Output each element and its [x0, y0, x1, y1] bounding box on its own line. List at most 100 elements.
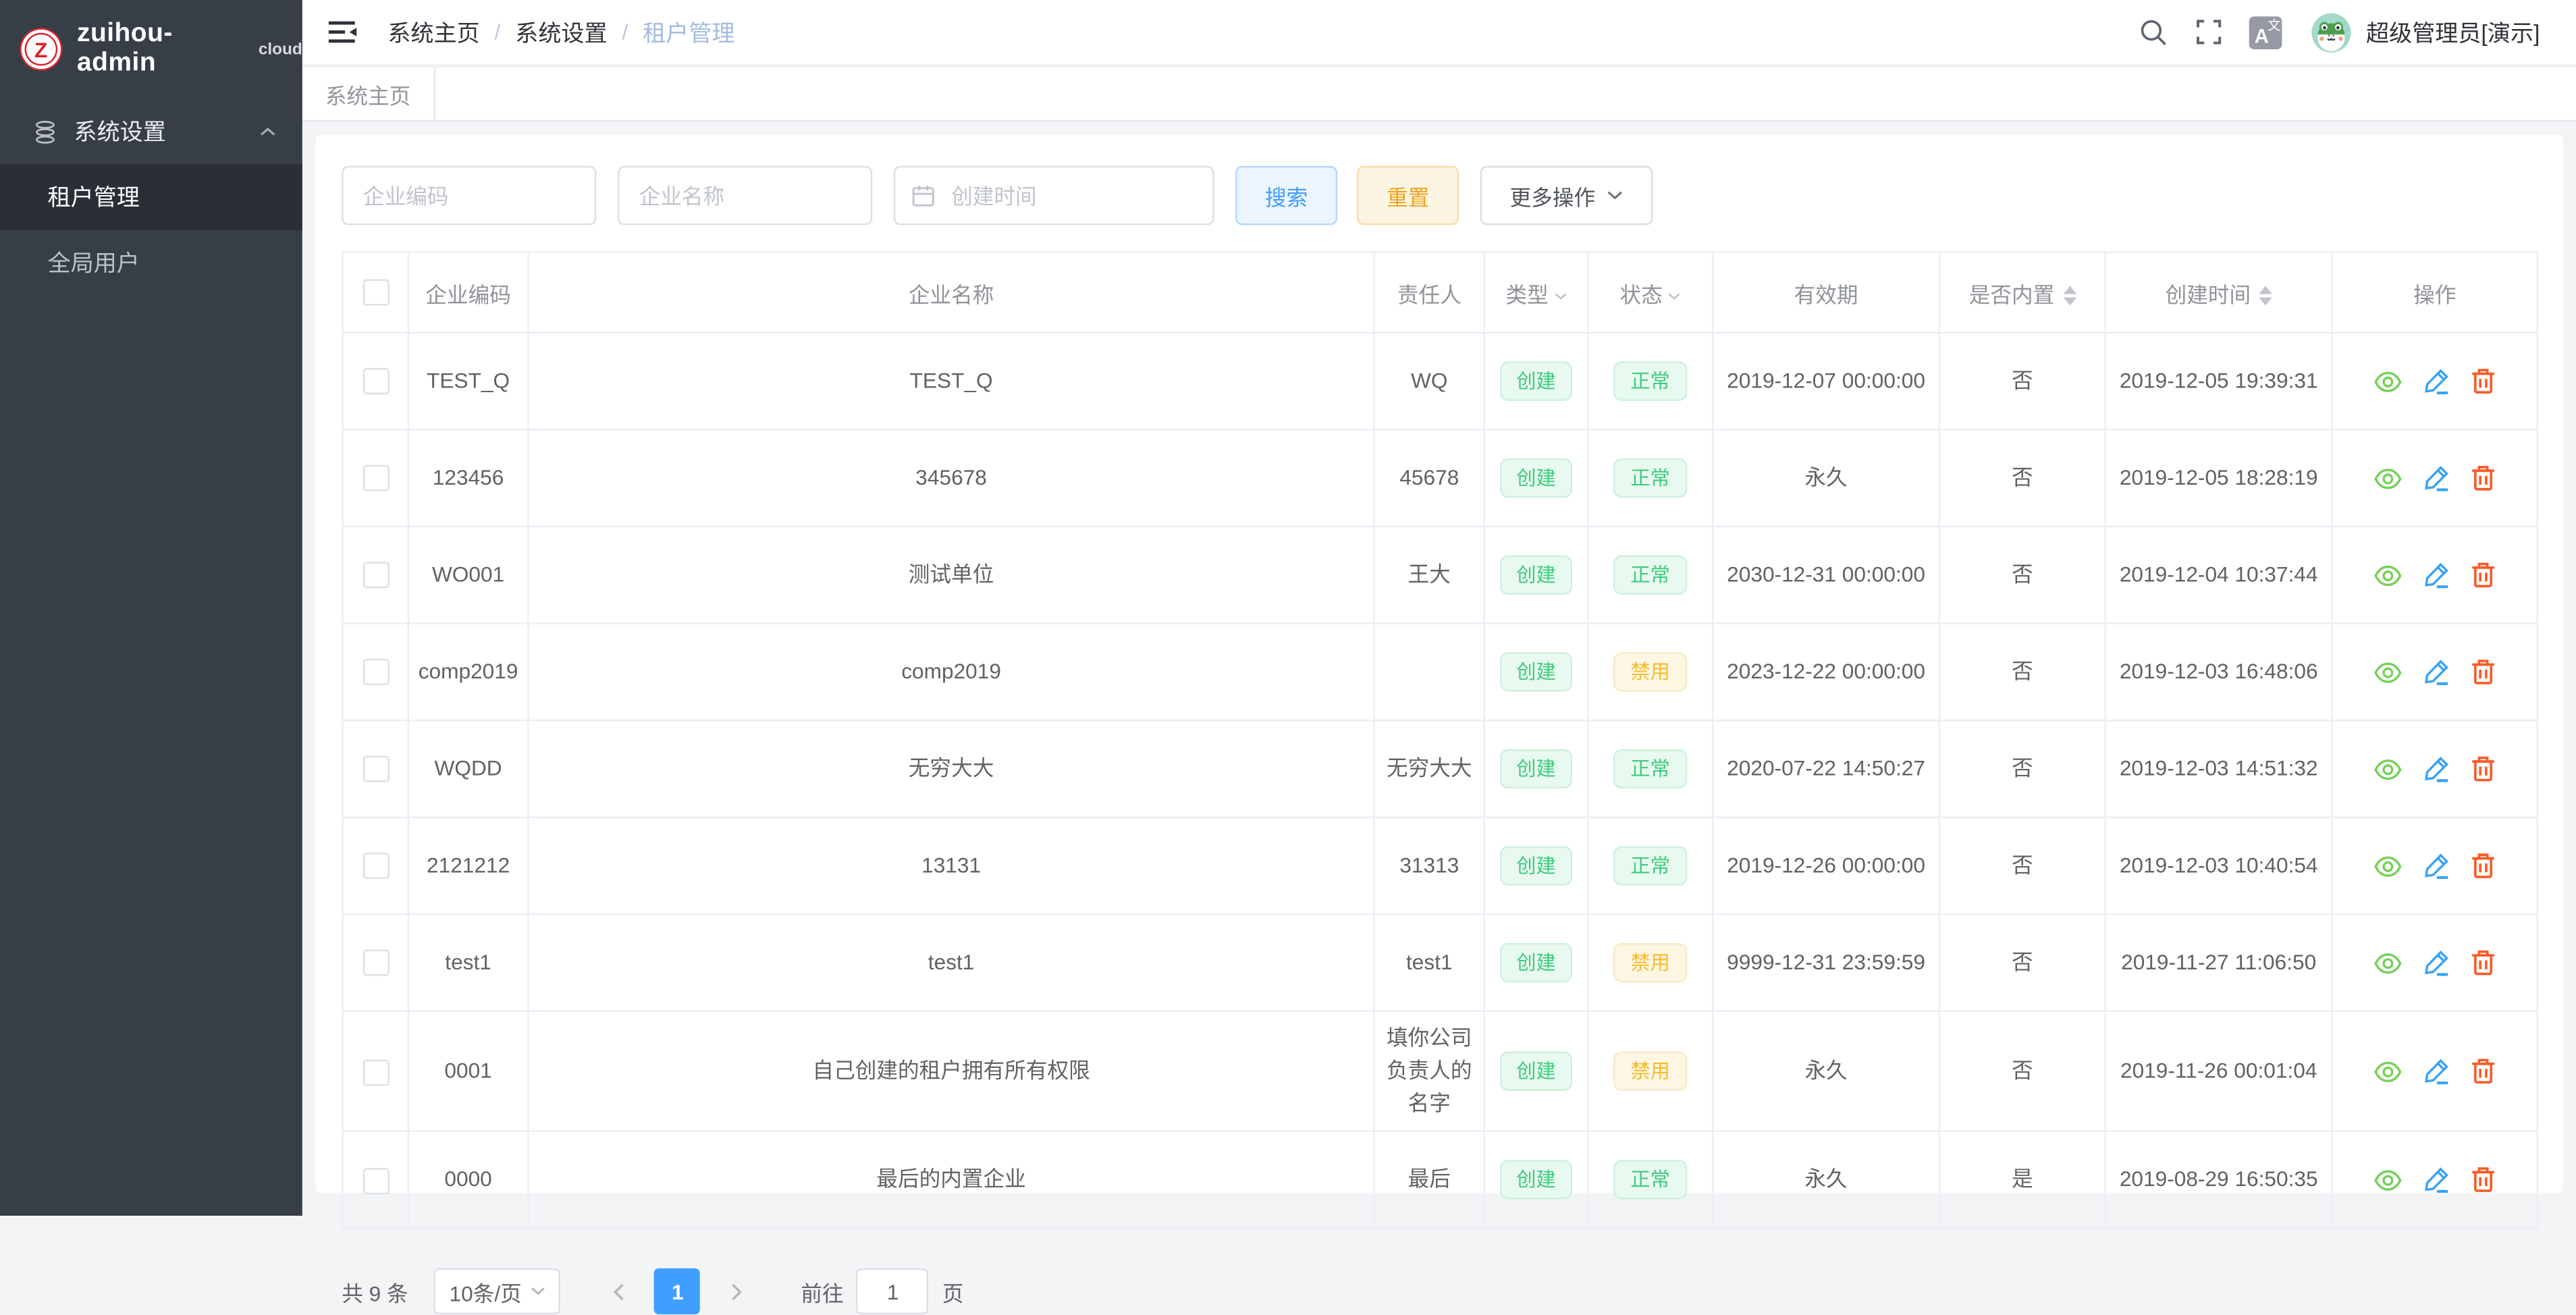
status-tag: 正常 — [1614, 556, 1686, 595]
column-header-status[interactable]: 状态 — [1588, 252, 1713, 333]
cell-validity: 9999-12-31 23:59:59 — [1713, 914, 1939, 1011]
row-select-cell — [342, 720, 408, 817]
column-header-select[interactable] — [342, 252, 408, 333]
cell-created-time: 2019-12-05 18:28:19 — [2105, 429, 2332, 527]
cell-created-time: 2019-11-26 00:01:04 — [2105, 1011, 2332, 1132]
reset-button[interactable]: 重置 — [1357, 166, 1459, 225]
fullscreen-icon[interactable] — [2195, 18, 2223, 46]
table-row: 123456 345678 45678 创建 正常 永久 否 2019-12-0… — [342, 429, 2537, 527]
page-size-select[interactable]: 10条/页 — [435, 1269, 561, 1315]
page-number-current[interactable]: 1 — [655, 1269, 701, 1315]
more-actions-button[interactable]: 更多操作 — [1480, 166, 1653, 225]
edit-icon[interactable] — [2423, 465, 2450, 491]
row-select-cell — [342, 914, 408, 1011]
column-header-type[interactable]: 类型 — [1484, 252, 1588, 333]
row-checkbox[interactable] — [363, 563, 389, 589]
view-icon[interactable] — [2374, 1170, 2402, 1191]
cell-actions — [2332, 429, 2538, 527]
breadcrumb-system-settings[interactable]: 系统设置 — [515, 16, 607, 49]
edit-icon[interactable] — [2423, 756, 2450, 782]
row-checkbox[interactable] — [363, 466, 389, 492]
delete-icon[interactable] — [2471, 1167, 2496, 1193]
edit-icon[interactable] — [2423, 659, 2450, 685]
current-user-name[interactable]: 超级管理员[演示] — [2366, 16, 2540, 49]
row-checkbox[interactable] — [363, 369, 389, 395]
chevron-down-icon — [531, 1287, 546, 1297]
app-window: Z zuihou-admin cloud 系统设置 租户管理 全局用户 — [0, 0, 2576, 1216]
select-all-checkbox[interactable] — [363, 279, 389, 306]
row-checkbox[interactable] — [363, 950, 389, 977]
table-header-row: 企业编码企业名称责任人类型状态有效期是否内置创建时间操作 — [342, 252, 2537, 333]
view-icon[interactable] — [2374, 855, 2402, 877]
next-page-button[interactable] — [714, 1269, 759, 1315]
column-header-created[interactable]: 创建时间 — [2105, 252, 2332, 333]
cell-builtin: 是 — [1939, 1132, 2105, 1229]
sidebar-item-system-settings[interactable]: 系统设置 — [0, 99, 302, 164]
delete-icon[interactable] — [2471, 368, 2496, 394]
sidebar-item-global-users[interactable]: 全局用户 — [0, 230, 302, 296]
cell-owner: 王大 — [1374, 527, 1484, 624]
row-checkbox[interactable] — [363, 1168, 389, 1194]
view-icon[interactable] — [2374, 564, 2402, 586]
sidebar-collapse-icon[interactable] — [322, 13, 365, 51]
view-icon[interactable] — [2374, 467, 2402, 489]
view-icon[interactable] — [2374, 1061, 2402, 1082]
sidebar-item-tenant-management[interactable]: 租户管理 — [0, 164, 302, 230]
cell-validity: 2023-12-22 00:00:00 — [1713, 624, 1939, 721]
view-icon[interactable] — [2374, 952, 2402, 973]
row-checkbox[interactable] — [363, 853, 389, 880]
tabs-bar: 系统主页 — [302, 65, 2576, 122]
tenant-table-card: 搜索 重置 更多操作 企业编码企业名称责任人类型状态有效期是否内置创建时间操作 — [315, 135, 2562, 1193]
edit-icon[interactable] — [2423, 950, 2450, 976]
cell-status: 正常 — [1588, 429, 1713, 527]
breadcrumb-home[interactable]: 系统主页 — [387, 16, 479, 49]
edit-icon[interactable] — [2423, 562, 2450, 588]
cell-actions — [2332, 914, 2538, 1011]
cell-created-time: 2019-12-03 14:51:32 — [2105, 720, 2332, 817]
page-unit-label: 页 — [942, 1277, 964, 1308]
avatar[interactable] — [2312, 12, 2351, 51]
view-icon[interactable] — [2374, 371, 2402, 392]
tenant-code-input[interactable] — [342, 166, 596, 225]
tenant-name-input[interactable] — [618, 166, 872, 225]
page-content: 搜索 重置 更多操作 企业编码企业名称责任人类型状态有效期是否内置创建时间操作 — [302, 122, 2576, 1216]
delete-icon[interactable] — [2471, 659, 2496, 685]
search-icon[interactable] — [2139, 18, 2169, 47]
view-icon[interactable] — [2374, 662, 2402, 683]
app-logo[interactable]: Z zuihou-admin cloud — [0, 0, 302, 82]
language-switch-icon[interactable]: A 文 — [2249, 16, 2282, 49]
cell-status: 正常 — [1588, 527, 1713, 624]
view-icon[interactable] — [2374, 758, 2402, 780]
type-tag: 创建 — [1500, 652, 1572, 691]
prev-page-button[interactable] — [595, 1269, 641, 1315]
edit-icon[interactable] — [2423, 853, 2450, 879]
edit-icon[interactable] — [2423, 368, 2450, 394]
column-header-builtin[interactable]: 是否内置 — [1939, 252, 2105, 333]
cell-validity: 2019-12-07 00:00:00 — [1713, 333, 1939, 430]
row-select-cell — [342, 429, 408, 527]
create-time-input[interactable] — [948, 182, 1196, 209]
edit-icon[interactable] — [2423, 1167, 2450, 1193]
row-checkbox[interactable] — [363, 660, 389, 686]
row-checkbox[interactable] — [363, 1059, 389, 1085]
sort-carets-icon[interactable] — [2259, 286, 2272, 306]
delete-icon[interactable] — [2471, 562, 2496, 588]
app-title-suffix: cloud — [259, 41, 302, 59]
delete-icon[interactable] — [2471, 465, 2496, 491]
status-tag: 正常 — [1614, 749, 1686, 788]
sort-carets-icon[interactable] — [2063, 286, 2076, 306]
search-button[interactable]: 搜索 — [1235, 166, 1337, 225]
create-time-datepicker[interactable] — [894, 166, 1214, 225]
edit-icon[interactable] — [2423, 1058, 2450, 1085]
delete-icon[interactable] — [2471, 756, 2496, 782]
tab-home[interactable]: 系统主页 — [302, 68, 435, 120]
goto-page-input[interactable] — [857, 1269, 929, 1315]
row-checkbox[interactable] — [363, 757, 389, 783]
cell-builtin: 否 — [1939, 527, 2105, 624]
delete-icon[interactable] — [2471, 853, 2496, 879]
cell-tenant-name: 无穷大大 — [528, 720, 1374, 817]
delete-icon[interactable] — [2471, 950, 2496, 976]
cell-actions — [2332, 624, 2538, 721]
breadcrumb-separator: / — [622, 20, 628, 45]
delete-icon[interactable] — [2471, 1058, 2496, 1085]
